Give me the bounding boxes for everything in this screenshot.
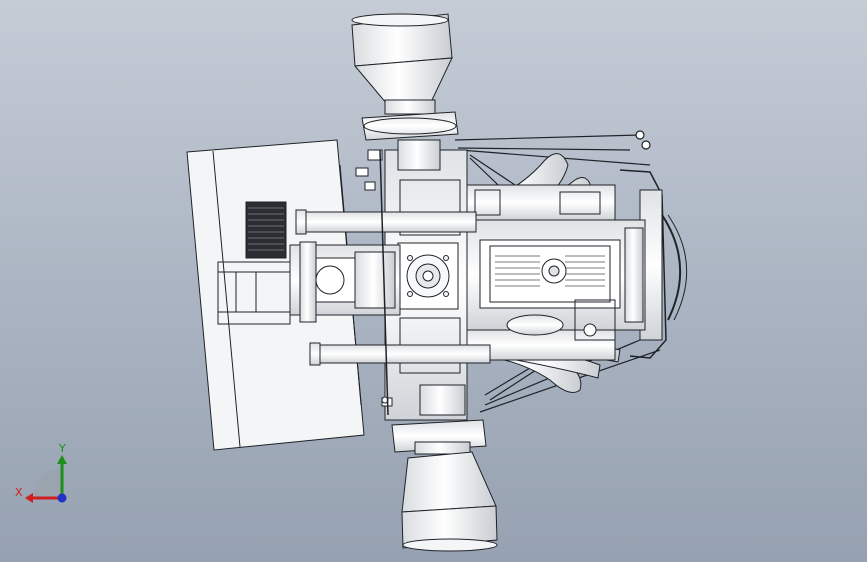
y-axis-arrowhead: [57, 455, 67, 464]
triad-plane-shade: [34, 468, 62, 496]
coordinate-triad: Y X: [15, 442, 67, 503]
y-axis-label: Y: [58, 442, 66, 455]
z-axis-dot: [57, 493, 67, 503]
bottom-intake-trumpet: [391, 419, 498, 552]
engine-block: [459, 219, 646, 331]
top-intake-trumpet: [351, 13, 459, 141]
graphics-viewport[interactable]: Y X: [0, 0, 867, 562]
cad-model-view[interactable]: Y X: [0, 0, 867, 562]
x-axis-label: X: [15, 486, 23, 499]
radiator-fan: [245, 201, 287, 259]
x-axis-arrowhead: [25, 493, 33, 503]
